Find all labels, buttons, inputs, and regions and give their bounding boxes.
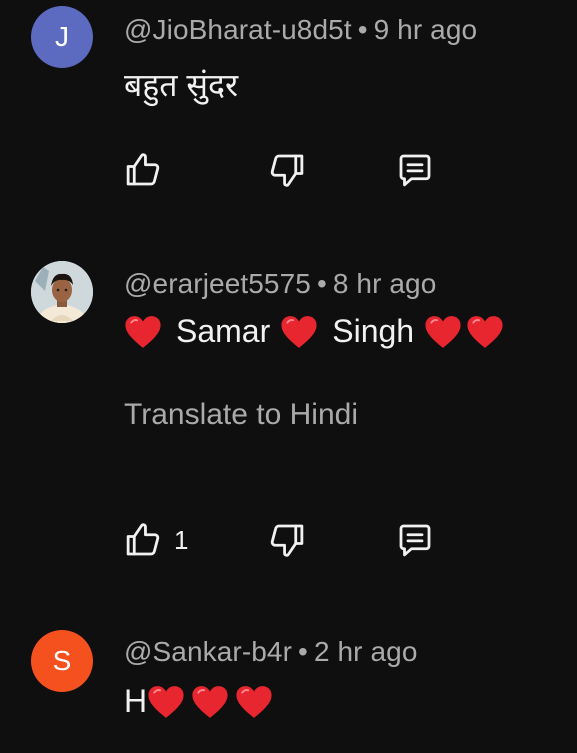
thumb-up-icon (122, 519, 164, 561)
comment-time: 2 hr ago (313, 636, 418, 667)
comment-text-prefix: H (124, 683, 148, 719)
dislike-button[interactable] (262, 145, 312, 195)
reply-comment-icon (394, 519, 436, 561)
meta-separator: • (316, 268, 327, 299)
heart-emoji-icon (124, 315, 162, 349)
heart-emoji-icon (235, 685, 273, 719)
avatar[interactable]: J (31, 6, 93, 68)
heart-emoji-icon (147, 685, 185, 719)
translate-link[interactable]: Translate to Hindi (124, 398, 358, 432)
comment-username[interactable]: @Sankar-b4r (124, 636, 292, 667)
comment-meta: @JioBharat-u8d5t • 9 hr ago (124, 14, 477, 46)
like-count: 1 (174, 525, 189, 555)
reply-comment-icon (394, 149, 436, 191)
comment-text: H (124, 683, 273, 720)
meta-separator: • (298, 636, 308, 667)
avatar[interactable] (31, 261, 93, 323)
comment-text: Samar Singh (124, 313, 504, 350)
comment-text-body: बहुत सुंदर (124, 67, 239, 103)
meta-separator: • (357, 14, 368, 45)
avatar-letter: J (55, 21, 69, 52)
thumb-down-icon (266, 149, 308, 191)
comment-username[interactable]: @JioBharat-u8d5t (124, 14, 352, 45)
comment-time: 9 hr ago (373, 14, 478, 45)
user-photo-icon (31, 261, 93, 323)
like-button[interactable] (118, 515, 168, 565)
comment-time: 8 hr ago (332, 268, 437, 299)
heart-emoji-icon (424, 315, 462, 349)
comment-text-word: Singh (332, 313, 415, 349)
thumb-up-icon (122, 149, 164, 191)
comment-actions: 1 (0, 515, 577, 565)
comment-actions (0, 145, 577, 195)
dislike-button[interactable] (262, 515, 312, 565)
comment-username[interactable]: @erarjeet5575 (124, 268, 311, 299)
comment-text-word: Samar (176, 313, 271, 349)
avatar-letter: S (52, 645, 72, 676)
like-button[interactable] (118, 145, 168, 195)
avatar[interactable]: S (31, 630, 93, 692)
heart-emoji-icon (466, 315, 504, 349)
reply-button[interactable] (390, 515, 440, 565)
comment-meta: @erarjeet5575 • 8 hr ago (124, 268, 436, 300)
reply-button[interactable] (390, 145, 440, 195)
comment-meta: @Sankar-b4r • 2 hr ago (124, 636, 418, 668)
heart-emoji-icon (191, 685, 229, 719)
thumb-down-icon (266, 519, 308, 561)
comment-text: बहुत सुंदर (124, 63, 238, 106)
heart-emoji-icon (280, 315, 318, 349)
